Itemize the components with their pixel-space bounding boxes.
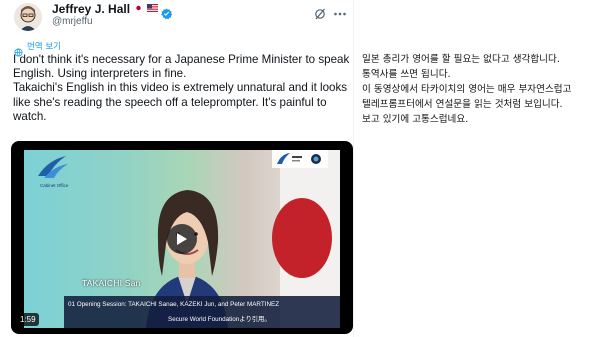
japan-flag-icon	[132, 3, 145, 15]
tweet-text-line: Takaichi's English in this video is extr…	[13, 81, 348, 123]
translation-line: 통역사를 쓰면 됩니다.	[362, 69, 451, 80]
speaker-caption: TAKAICHI San	[82, 278, 141, 288]
author-handle[interactable]: @mrjeffu	[52, 16, 93, 27]
avatar[interactable]	[14, 3, 42, 31]
session-source: Secure World Foundationより引用。	[168, 316, 271, 323]
grok-icon[interactable]	[314, 5, 326, 20]
translation-line: 텔레프롬프터에서 연설문을 읽는 것처럼 보입니다.	[362, 99, 563, 110]
tweet-text-line: I don't think it's necessary for a Japan…	[13, 53, 350, 81]
session-title: 01 Opening Session: TAKAICHI Sanae, KAZE…	[68, 301, 280, 308]
play-icon	[177, 233, 187, 245]
author-row: Jeffrey J. Hall	[52, 2, 173, 19]
globe-icon	[14, 42, 23, 57]
cabinet-office-caption: Cabinet Office	[40, 183, 69, 188]
verified-icon	[161, 4, 173, 19]
play-button[interactable]	[167, 224, 197, 254]
translate-link[interactable]: 번역 보기	[14, 40, 61, 57]
korean-translation: 일본 총리가 영어를 할 필요는 없다고 생각합니다. 통역사를 쓰면 됩니다.…	[362, 52, 600, 127]
tweet-text: I don't think it's necessary for a Japan…	[13, 53, 351, 124]
translate-label[interactable]: 번역 보기	[27, 40, 61, 52]
translation-panel: 일본 총리가 영어를 할 필요는 없다고 생각합니다. 통역사를 쓰면 됩니다.…	[354, 0, 600, 337]
tweet-panel: Jeffrey J. Hall @mrjeffu 번역 보기 I don't t…	[0, 0, 353, 337]
video-player[interactable]: Cabinet Office TAKAICHI San 01 Opening S…	[11, 141, 353, 334]
organization-logos-icon	[272, 150, 328, 168]
translation-line: 이 동영상에서 타카이치의 영어는 매우 부자연스럽고	[362, 84, 572, 95]
translation-line: 일본 총리가 영어를 할 필요는 없다고 생각합니다.	[362, 54, 560, 65]
cabinet-office-logo-icon	[38, 156, 68, 178]
video-duration: 1:59	[17, 313, 39, 326]
translation-line: 보고 있기에 고통스럽네요.	[362, 114, 469, 125]
author-name[interactable]: Jeffrey J. Hall	[52, 2, 130, 16]
more-icon[interactable]	[333, 5, 347, 17]
us-flag-icon	[147, 3, 159, 15]
japanese-flag-disc	[272, 198, 332, 278]
